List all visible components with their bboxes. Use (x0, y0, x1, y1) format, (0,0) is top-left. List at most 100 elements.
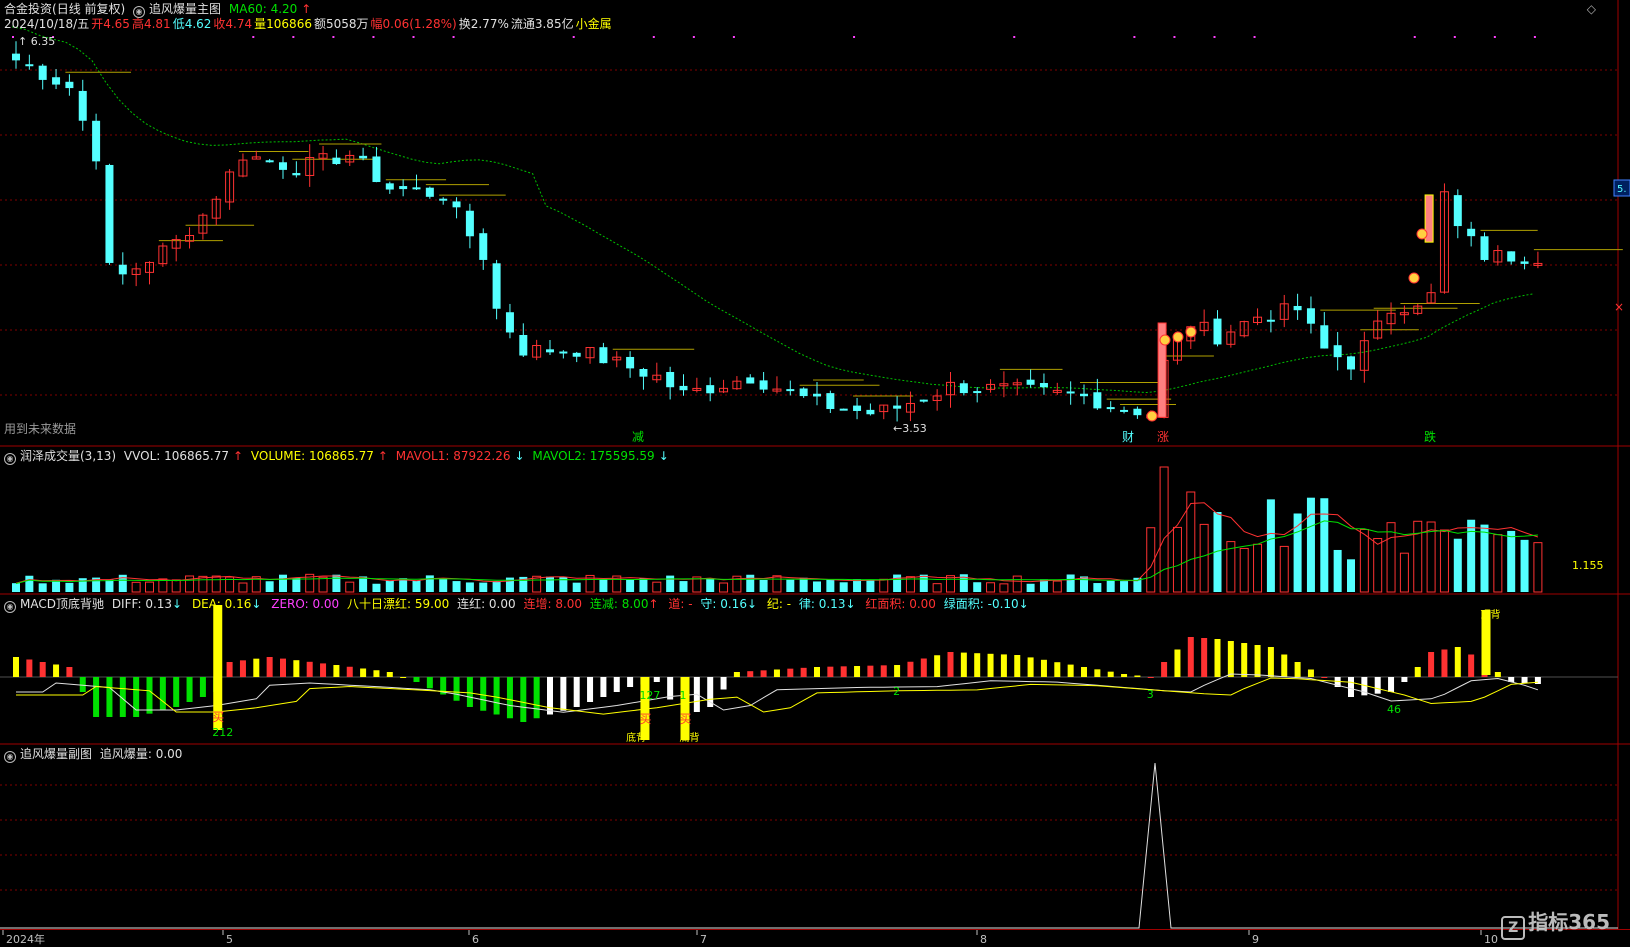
candle-down (359, 155, 368, 159)
signal-dot (1453, 36, 1456, 38)
macd-chart[interactable]: 买 212 127 1 买 买底背 底背 顶背 2 3 46 (0, 595, 1630, 745)
settings-icon[interactable]: ◉ (4, 751, 16, 763)
bottom-divergence-label: 底背 (626, 731, 646, 744)
candle-down (559, 351, 568, 354)
volume-header: ◉ 润泽成交量(3,13) VVOL: 106865.77 ↑ VOLUME: 10… (4, 449, 673, 465)
quote-date: 2024/10/18/五 (4, 17, 90, 31)
macd-histogram-bar (426, 677, 433, 689)
signal-dot (572, 36, 575, 38)
macd-histogram-bar (840, 666, 847, 677)
indicator-name[interactable]: 追风爆量主图 (149, 2, 221, 16)
candle-down (639, 369, 648, 377)
macd-histogram-bar (39, 662, 46, 677)
volume-bar-down (973, 582, 982, 592)
signal-column (640, 677, 650, 740)
macd-histogram-bar (13, 657, 19, 677)
volume-bar-down (813, 581, 821, 592)
sub-indicator-name[interactable]: 追风爆量副图 (20, 747, 92, 761)
volume-bar-down (1120, 581, 1129, 592)
candlestick-chart[interactable]: ↑ 6.35 ←3.53 减 财 涨 跌 5. (0, 0, 1630, 447)
count-label: 212 (212, 726, 233, 739)
x-tick-label: 8 (980, 933, 987, 946)
macd-histogram-bar (1267, 647, 1274, 677)
volume-bar-down (679, 581, 688, 592)
macd-histogram-bar (1307, 669, 1314, 677)
lianjian-value: 连减: 8.00 (589, 597, 649, 611)
candle-down (452, 201, 461, 208)
volume-bar-up (1439, 529, 1449, 593)
volume-bar-down (1266, 499, 1275, 592)
candle-down (92, 120, 101, 162)
volume-panel[interactable]: ◉ 润泽成交量(3,13) VVOL: 106865.77 ↑ VOLUME: 10… (0, 447, 1630, 595)
sub-panel[interactable]: ◉ 追风爆量副图 追风爆量: 0.00 (0, 745, 1630, 929)
x-axis-ticks: 2024年 5 6 7 8 9 10 (2, 930, 1498, 946)
volume-bar-down (893, 574, 902, 592)
macd-histogram-bar (1521, 677, 1528, 683)
macd-histogram-bar (480, 677, 487, 711)
sub-chart[interactable] (0, 745, 1630, 929)
macd-histogram-bar (280, 658, 286, 677)
volume-bar-up (1359, 528, 1369, 593)
candle-down (65, 81, 74, 89)
buy-signal-label: 买 (212, 710, 224, 724)
macd-histogram-bar (814, 667, 820, 677)
candle-down (679, 385, 688, 391)
candle-down (78, 90, 87, 121)
green-area-value: 绿面积: -0.10 (943, 597, 1019, 611)
quote-amount: 额5058万 (313, 17, 369, 31)
candle-down (572, 352, 581, 357)
macd-histogram-bar (1134, 675, 1141, 677)
macd-histogram-bar (947, 652, 954, 677)
x-tick-label: 6 (472, 933, 479, 946)
lianzeng-value: 连增: 8.00 (523, 597, 583, 611)
volume-bar-up (1199, 523, 1209, 593)
main-header-line1: 合金投资(日线 前复权) ◉ 追风爆量主图 MA60: 4.20 ↑ (4, 2, 315, 18)
main-chart-panel[interactable]: ↑ 6.35 ←3.53 减 财 涨 跌 5. 合金投资(日线 前复权) ◉ 追风爆量主图 M… (0, 0, 1630, 447)
macd-histogram-bar (1107, 671, 1114, 677)
macd-histogram-bar (1040, 659, 1047, 677)
volume-chart[interactable] (0, 447, 1630, 595)
macd-histogram-bar (1321, 677, 1328, 678)
macd-histogram-bar (827, 666, 834, 677)
macd-histogram-bar (600, 677, 607, 697)
maximize-icon[interactable]: ◇ (1587, 2, 1596, 16)
dea-value: DEA: 0.16 (191, 597, 252, 611)
cai-signal-label: 财 (1122, 430, 1134, 444)
volume-bar-up (1253, 543, 1263, 593)
signal-dot (372, 36, 375, 38)
quote-sector[interactable]: 小金属 (576, 17, 612, 31)
volume-bar-up (1493, 534, 1503, 593)
macd-histogram-bar (880, 665, 887, 677)
signal-dot (1013, 36, 1016, 38)
x-tick-label: 10 (1484, 933, 1498, 946)
x-tick-label: 7 (700, 933, 707, 946)
dea-line (16, 677, 1538, 715)
buy-signal-label: 买 (680, 712, 692, 726)
volume-bar-down (105, 579, 114, 592)
macd-indicator-name[interactable]: MACD顶底背驰 (20, 597, 104, 611)
candle-down (505, 312, 514, 333)
macd-panel[interactable]: 买 212 127 1 买 买底背 底背 顶背 2 3 46 ◉ MACD顶底背驰 DIFF: 0.1… (0, 595, 1630, 745)
macd-histogram-bar (239, 660, 246, 677)
candle-down (973, 391, 982, 394)
signal-dot (12, 36, 14, 38)
macd-histogram-bar (413, 677, 420, 682)
macd-histogram-bar (386, 672, 393, 677)
macd-histogram-bar (1214, 639, 1221, 677)
signal-dot (1413, 36, 1416, 38)
candle-down (746, 377, 755, 384)
macd-histogram-bar (1494, 672, 1501, 677)
macd-histogram-bar (199, 677, 206, 697)
candle-down (38, 65, 47, 80)
candle-down (866, 409, 875, 415)
macd-histogram-bar (1067, 664, 1074, 677)
candle-down (1480, 236, 1489, 260)
settings-icon[interactable]: ◉ (4, 601, 16, 613)
x-axis: 2024年 5 6 7 8 9 10 (0, 929, 1630, 947)
macd-histogram-bar (787, 668, 794, 677)
macd-histogram-bar (1227, 641, 1234, 677)
volume-bar-down (492, 581, 501, 592)
volume-indicator-name[interactable]: 润泽成交量(3,13) (20, 449, 116, 463)
settings-icon[interactable]: ◉ (4, 453, 16, 465)
close-icon[interactable]: × (1614, 300, 1624, 314)
